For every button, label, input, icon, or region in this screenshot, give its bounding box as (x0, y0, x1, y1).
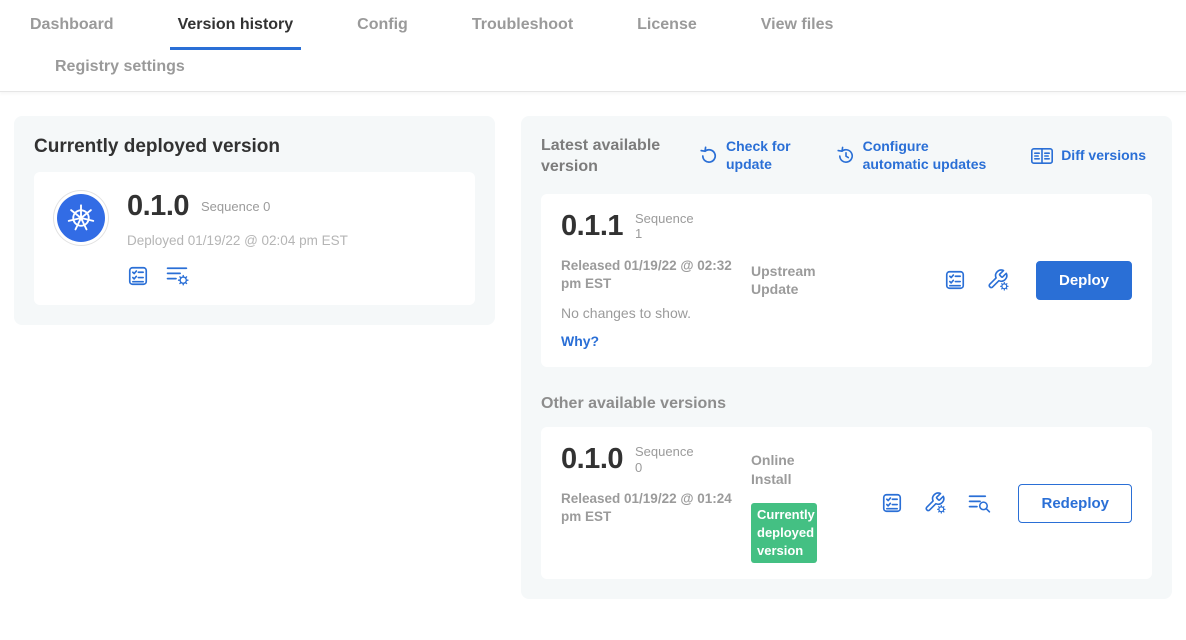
diff-versions-label: Diff versions (1061, 147, 1146, 165)
no-changes-text: No changes to show. (561, 305, 751, 321)
latest-version-header: Latest available version Check for updat… (541, 136, 1152, 178)
redeploy-button[interactable]: Redeploy (1018, 484, 1132, 523)
diff-versions-link[interactable]: Diff versions (1030, 138, 1146, 173)
tab-view-files[interactable]: View files (753, 10, 842, 50)
configure-updates-label: Configure automatic updates (863, 138, 995, 173)
wrench-gear-icon[interactable] (923, 491, 947, 515)
configure-updates-link[interactable]: Configure automatic updates (836, 138, 995, 173)
tab-license[interactable]: License (629, 10, 705, 50)
nav-row-primary: Dashboard Version history Config Trouble… (0, 10, 1186, 50)
other-card-actions: Redeploy (859, 443, 1132, 563)
top-nav: Dashboard Version history Config Trouble… (0, 0, 1186, 92)
tab-troubleshoot[interactable]: Troubleshoot (464, 10, 581, 50)
wrench-gear-icon[interactable] (986, 268, 1010, 292)
refresh-icon (699, 146, 719, 166)
current-version-card: 0.1.0 Sequence 0 Deployed 01/19/22 @ 02:… (34, 172, 475, 305)
current-deployed-timestamp: Deployed 01/19/22 @ 02:04 pm EST (127, 233, 348, 248)
latest-version-card: 0.1.1 Sequence 1 Released 01/19/22 @ 02:… (541, 194, 1152, 367)
current-version-number: 0.1.0 (127, 190, 189, 223)
latest-version-row: 0.1.1 Sequence 1 (561, 210, 751, 243)
tab-config[interactable]: Config (349, 10, 416, 50)
other-version-sequence: Sequence 0 (635, 444, 697, 475)
current-version-details: 0.1.0 Sequence 0 Deployed 01/19/22 @ 02:… (127, 190, 348, 287)
current-version-title: Currently deployed version (34, 136, 475, 158)
header-actions: Check for update Configure automatic upd… (691, 136, 1152, 173)
latest-source-label: Upstream Update (751, 262, 833, 300)
currently-deployed-badge: Currently deployed version (751, 503, 817, 564)
tab-dashboard[interactable]: Dashboard (22, 10, 122, 50)
latest-available-title: Latest available version (541, 136, 691, 178)
deploy-button[interactable]: Deploy (1036, 261, 1132, 300)
current-version-actions (127, 264, 348, 287)
other-version-info: 0.1.0 Sequence 0 Released 01/19/22 @ 01:… (561, 443, 751, 563)
tab-registry-settings[interactable]: Registry settings (47, 52, 193, 91)
auto-update-clock-icon (836, 146, 856, 166)
why-link[interactable]: Why? (561, 333, 599, 349)
latest-version-number: 0.1.1 (561, 210, 623, 243)
other-version-number: 0.1.0 (561, 443, 623, 476)
other-source-label: Online Install (751, 451, 833, 489)
available-versions-panel: Latest available version Check for updat… (521, 116, 1172, 599)
other-version-card: 0.1.0 Sequence 0 Released 01/19/22 @ 01:… (541, 427, 1152, 579)
kubernetes-icon (57, 194, 105, 242)
view-files-search-icon[interactable] (967, 492, 992, 515)
preflight-checklist-icon[interactable] (944, 269, 966, 291)
view-config-icon[interactable] (165, 264, 190, 287)
other-version-source: Online Install Currently deployed versio… (751, 451, 859, 563)
tab-version-history[interactable]: Version history (170, 10, 302, 50)
current-version-panel: Currently deployed version (14, 116, 495, 325)
current-version-row: 0.1.0 Sequence 0 (127, 190, 348, 223)
other-versions-title: Other available versions (541, 395, 1152, 413)
diff-icon (1030, 146, 1054, 166)
current-version-sequence: Sequence 0 (201, 199, 270, 215)
latest-card-actions: Deploy (859, 210, 1132, 351)
latest-version-source: Upstream Update (751, 262, 859, 351)
main-content: Currently deployed version (0, 92, 1186, 623)
latest-released-timestamp: Released 01/19/22 @ 02:32 pm EST (561, 257, 733, 293)
nav-row-secondary: Registry settings (0, 52, 1186, 91)
latest-version-sequence: Sequence 1 (635, 211, 697, 242)
check-for-update-link[interactable]: Check for update (699, 138, 800, 173)
other-released-timestamp: Released 01/19/22 @ 01:24 pm EST (561, 490, 733, 526)
preflight-checklist-icon[interactable] (881, 492, 903, 514)
latest-version-info: 0.1.1 Sequence 1 Released 01/19/22 @ 02:… (561, 210, 751, 351)
check-for-update-label: Check for update (726, 138, 800, 173)
preflight-checklist-icon[interactable] (127, 265, 149, 287)
other-version-row: 0.1.0 Sequence 0 (561, 443, 751, 476)
